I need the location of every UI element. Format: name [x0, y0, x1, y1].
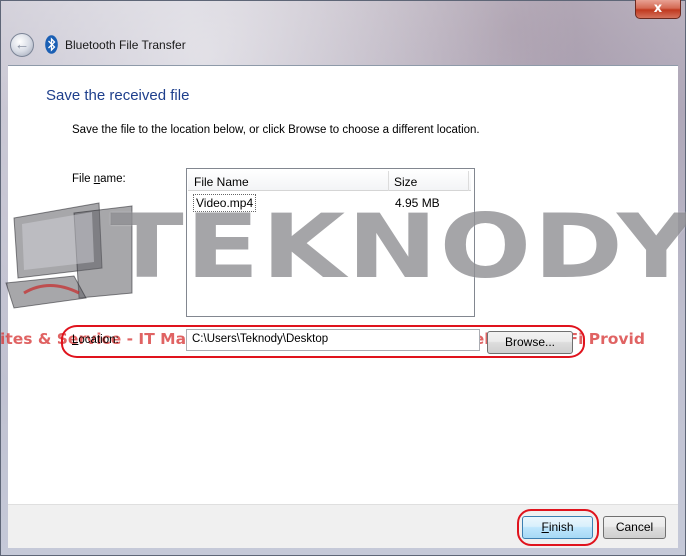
column-header-size[interactable]: Size	[394, 175, 417, 189]
location-label: Location:	[72, 334, 119, 346]
back-arrow-icon: ←	[14, 36, 30, 53]
bluetooth-icon	[45, 35, 58, 54]
file-name-label: File name:	[72, 173, 126, 185]
column-divider[interactable]	[388, 171, 389, 191]
watermark-logo-text: TEKNODY	[110, 196, 686, 299]
column-header-file-name[interactable]: File Name	[194, 175, 249, 189]
browse-button[interactable]: Browse...	[487, 331, 573, 354]
location-field[interactable]: C:\Users\Teknody\Desktop	[186, 329, 480, 351]
cancel-button[interactable]: Cancel	[603, 516, 666, 539]
back-button[interactable]: ←	[10, 33, 34, 57]
window-title: Bluetooth File Transfer	[65, 38, 186, 52]
column-divider[interactable]	[468, 171, 469, 191]
finish-button[interactable]: Finish	[522, 516, 593, 539]
close-icon: x	[653, 1, 663, 16]
close-button[interactable]: x	[635, 0, 681, 19]
instruction-text: Save the file to the location below, or …	[72, 124, 480, 136]
page-heading: Save the received file	[46, 87, 190, 104]
title-bar: ← Bluetooth File Transfer	[8, 30, 678, 60]
list-header: File Name Size	[188, 170, 471, 191]
